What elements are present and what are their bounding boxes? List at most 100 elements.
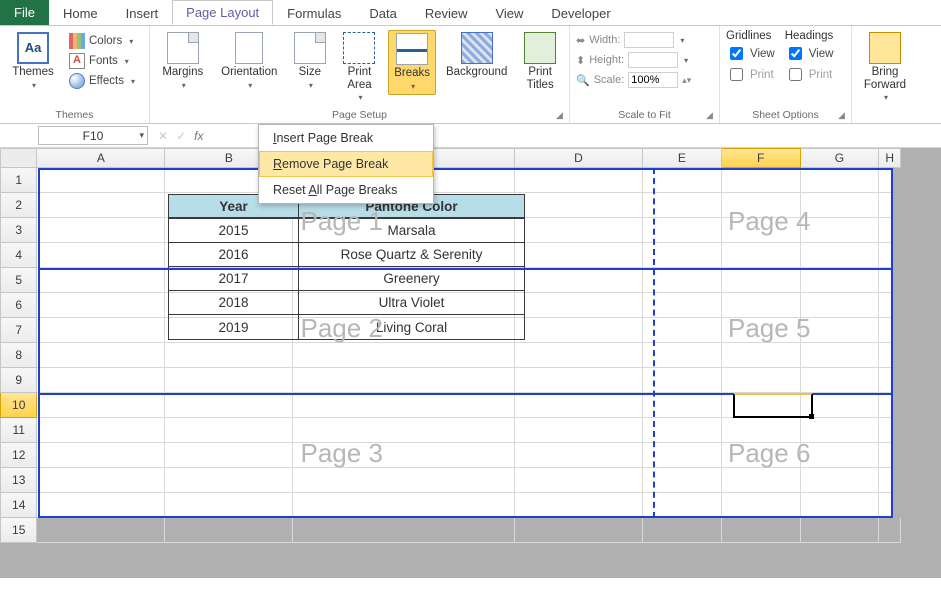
themes-button[interactable]: Themes — [6, 30, 60, 93]
cell-E10[interactable] — [643, 393, 722, 418]
row-header-1[interactable]: 1 — [0, 168, 37, 193]
cell-D5[interactable] — [515, 268, 643, 293]
tab-developer[interactable]: Developer — [537, 0, 624, 25]
cell-H11[interactable] — [879, 418, 901, 443]
cell-E8[interactable] — [643, 343, 722, 368]
tab-home[interactable]: Home — [49, 0, 112, 25]
tab-formulas[interactable]: Formulas — [273, 0, 355, 25]
cell-G7[interactable] — [801, 318, 880, 343]
cell-G9[interactable] — [801, 368, 880, 393]
cell-H3[interactable] — [879, 218, 901, 243]
insert-page-break[interactable]: Insert Page Break — [259, 125, 433, 151]
cell-F4[interactable] — [722, 243, 801, 268]
cell-C14[interactable] — [293, 493, 515, 518]
sheet-options-launcher[interactable]: ◢ — [838, 110, 848, 120]
cell-G15[interactable] — [801, 518, 880, 543]
gridlines-print[interactable]: Print — [726, 65, 775, 84]
cell-G8[interactable] — [801, 343, 880, 368]
cell-D1[interactable] — [515, 168, 643, 193]
cell-H6[interactable] — [879, 293, 901, 318]
cell-E7[interactable] — [643, 318, 722, 343]
col-header-G[interactable]: G — [801, 148, 880, 168]
col-header-E[interactable]: E — [643, 148, 722, 168]
effects-button[interactable]: Effects — [66, 72, 138, 90]
cell-A11[interactable] — [37, 418, 165, 443]
cell-F1[interactable] — [722, 168, 801, 193]
cell-G4[interactable] — [801, 243, 880, 268]
cell-H5[interactable] — [879, 268, 901, 293]
cell-A15[interactable] — [37, 518, 165, 543]
headings-print[interactable]: Print — [785, 65, 834, 84]
cell-H9[interactable] — [879, 368, 901, 393]
cell-E1[interactable] — [643, 168, 722, 193]
cell-A2[interactable] — [37, 193, 165, 218]
cell-F5[interactable] — [722, 268, 801, 293]
cell-G1[interactable] — [801, 168, 880, 193]
bring-forward-button[interactable]: Bring Forward — [858, 30, 912, 106]
cell-E11[interactable] — [643, 418, 722, 443]
remove-page-break[interactable]: Remove Page Break — [259, 151, 433, 177]
cell-C8[interactable] — [293, 343, 515, 368]
cell-D13[interactable] — [515, 468, 643, 493]
row-header-11[interactable]: 11 — [0, 418, 37, 443]
cell-D11[interactable] — [515, 418, 643, 443]
cell-E9[interactable] — [643, 368, 722, 393]
cell-H8[interactable] — [879, 343, 901, 368]
select-all[interactable] — [0, 148, 37, 168]
cell-C15[interactable] — [293, 518, 515, 543]
row-header-12[interactable]: 12 — [0, 443, 37, 468]
width-input[interactable] — [624, 32, 674, 48]
row-header-3[interactable]: 3 — [0, 218, 37, 243]
cell-E3[interactable] — [643, 218, 722, 243]
cell-A5[interactable] — [37, 268, 165, 293]
cell-G11[interactable] — [801, 418, 880, 443]
cell-B8[interactable] — [165, 343, 293, 368]
cell-G10[interactable] — [801, 393, 880, 418]
cell-C10[interactable] — [293, 393, 515, 418]
cell-E13[interactable] — [643, 468, 722, 493]
cell-D3[interactable] — [515, 218, 643, 243]
cell-G5[interactable] — [801, 268, 880, 293]
height-input[interactable] — [628, 52, 678, 68]
cell-F8[interactable] — [722, 343, 801, 368]
cell-G13[interactable] — [801, 468, 880, 493]
cell-A14[interactable] — [37, 493, 165, 518]
cell-A4[interactable] — [37, 243, 165, 268]
cell-F10[interactable] — [722, 393, 801, 418]
gridlines-view[interactable]: View — [726, 44, 775, 63]
cell-H10[interactable] — [879, 393, 901, 418]
cell-H2[interactable] — [879, 193, 901, 218]
cell-D12[interactable] — [515, 443, 643, 468]
cell-D4[interactable] — [515, 243, 643, 268]
page-setup-launcher[interactable]: ◢ — [556, 110, 566, 120]
col-header-H[interactable]: H — [879, 148, 901, 168]
col-header-D[interactable]: D — [515, 148, 643, 168]
row-header-10[interactable]: 10 — [0, 393, 37, 418]
row-header-2[interactable]: 2 — [0, 193, 37, 218]
cell-B11[interactable] — [165, 418, 293, 443]
cell-F9[interactable] — [722, 368, 801, 393]
cell-D6[interactable] — [515, 293, 643, 318]
cell-E12[interactable] — [643, 443, 722, 468]
cell-A7[interactable] — [37, 318, 165, 343]
cell-H15[interactable] — [879, 518, 901, 543]
row-header-13[interactable]: 13 — [0, 468, 37, 493]
cell-F14[interactable] — [722, 493, 801, 518]
fonts-button[interactable]: Fonts — [66, 52, 138, 70]
cell-B13[interactable] — [165, 468, 293, 493]
row-header-5[interactable]: 5 — [0, 268, 37, 293]
cell-D14[interactable] — [515, 493, 643, 518]
cell-D8[interactable] — [515, 343, 643, 368]
row-header-7[interactable]: 7 — [0, 318, 37, 343]
size-button[interactable]: Size — [289, 30, 331, 93]
reset-all-page-breaks[interactable]: Reset All Page Breaks — [259, 177, 433, 203]
dropdown-icon[interactable]: ▾ — [139, 130, 144, 141]
col-header-F[interactable]: F — [722, 148, 801, 168]
scale-launcher[interactable]: ◢ — [706, 110, 716, 120]
row-header-9[interactable]: 9 — [0, 368, 37, 393]
row-header-6[interactable]: 6 — [0, 293, 37, 318]
cell-E14[interactable] — [643, 493, 722, 518]
breaks-button[interactable]: Breaks — [388, 30, 436, 95]
cell-E2[interactable] — [643, 193, 722, 218]
cell-B9[interactable] — [165, 368, 293, 393]
